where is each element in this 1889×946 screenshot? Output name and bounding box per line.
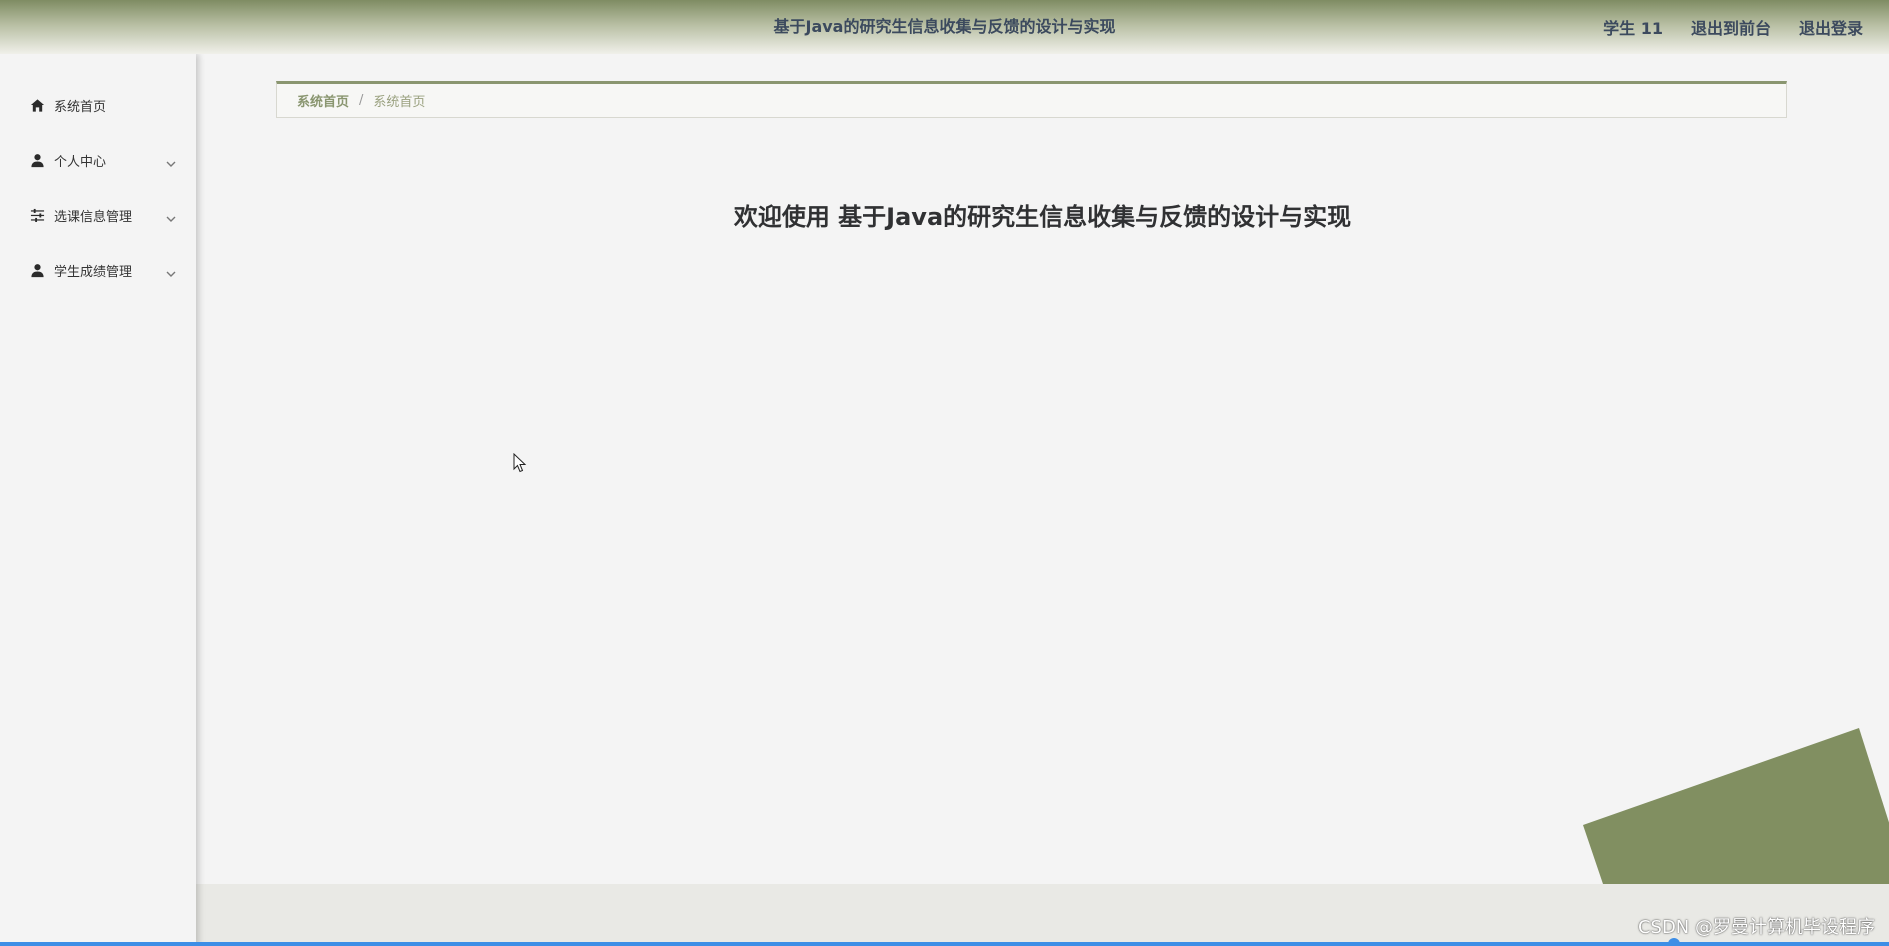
app-window: 基于Java的研究生信息收集与反馈的设计与实现 学生 11 退出到前台 退出登录… bbox=[0, 0, 1889, 946]
sliders-icon bbox=[29, 208, 45, 224]
footer-strip bbox=[196, 884, 1889, 942]
watermark: CSDN @罗曼计算机毕设程序 bbox=[1637, 917, 1875, 938]
user-icon bbox=[29, 153, 45, 169]
sidebar-item-home[interactable]: 系统首页 bbox=[0, 78, 196, 133]
mouse-cursor-icon bbox=[513, 452, 527, 473]
sidebar-item-label: 学生成绩管理 bbox=[54, 265, 133, 280]
chevron-down-icon[interactable] bbox=[166, 264, 176, 277]
chevron-down-icon[interactable] bbox=[166, 154, 176, 167]
current-user[interactable]: 学生 11 bbox=[1603, 15, 1663, 39]
sidebar: 系统首页 个人中心 选课信息管理 学生成绩管理 bbox=[0, 54, 196, 946]
sidebar-menu: 系统首页 个人中心 选课信息管理 学生成绩管理 bbox=[0, 54, 196, 298]
top-header: 基于Java的研究生信息收集与反馈的设计与实现 学生 11 退出到前台 退出登录 bbox=[0, 0, 1889, 54]
breadcrumb-current: 系统首页 bbox=[373, 95, 426, 110]
breadcrumb: 系统首页 / 系统首页 bbox=[276, 81, 1787, 118]
user-icon bbox=[29, 263, 45, 279]
bottom-scroll-bar bbox=[0, 942, 1889, 946]
sidebar-item-personal-center[interactable]: 个人中心 bbox=[0, 133, 196, 188]
logout-link[interactable]: 退出登录 bbox=[1799, 15, 1863, 39]
sidebar-item-label: 个人中心 bbox=[54, 155, 107, 170]
header-actions: 学生 11 退出到前台 退出登录 bbox=[1603, 0, 1863, 54]
exit-to-front-link[interactable]: 退出到前台 bbox=[1691, 15, 1771, 39]
breadcrumb-separator: / bbox=[359, 93, 364, 108]
home-icon bbox=[29, 98, 45, 114]
breadcrumb-home-link[interactable]: 系统首页 bbox=[297, 91, 349, 110]
sidebar-item-course-selection[interactable]: 选课信息管理 bbox=[0, 188, 196, 243]
sidebar-item-label: 选课信息管理 bbox=[54, 210, 133, 225]
decorative-shape bbox=[1489, 724, 1889, 884]
bottom-scroll-handle[interactable] bbox=[1668, 938, 1680, 946]
chevron-down-icon[interactable] bbox=[166, 209, 176, 222]
welcome-heading: 欢迎使用 基于Java的研究生信息收集与反馈的设计与实现 bbox=[733, 203, 1352, 231]
sidebar-item-student-grades[interactable]: 学生成绩管理 bbox=[0, 243, 196, 298]
main-content: 系统首页 / 系统首页 欢迎使用 基于Java的研究生信息收集与反馈的设计与实现 bbox=[196, 54, 1889, 884]
sidebar-item-label: 系统首页 bbox=[54, 100, 107, 115]
